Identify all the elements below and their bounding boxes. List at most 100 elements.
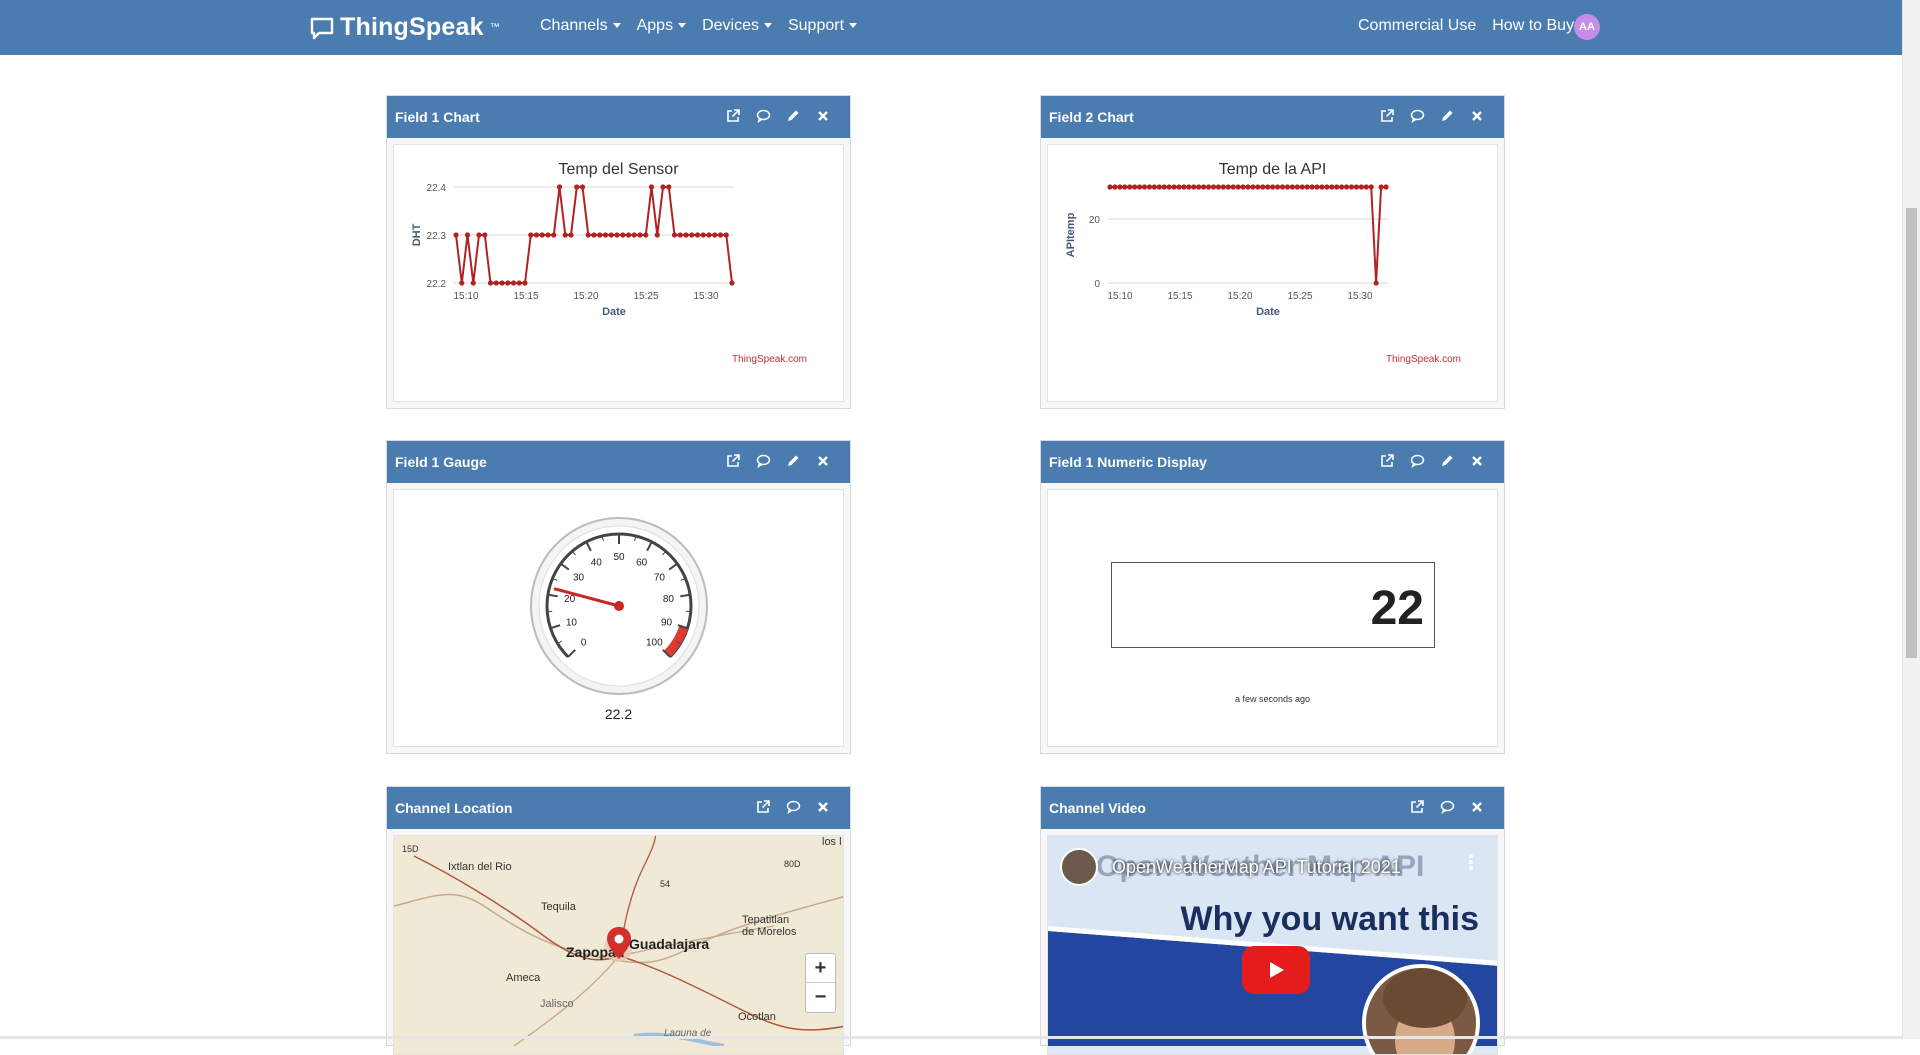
widget-actions [1408,798,1486,816]
channel-avatar[interactable] [1060,848,1098,886]
data-point [1354,184,1359,189]
menu-devices-label: Devices [702,17,759,34]
external-link-icon[interactable] [724,452,742,470]
numeric-value: 22 [1371,581,1424,636]
menu-support[interactable]: Support [788,17,857,35]
external-link-icon[interactable] [1408,798,1426,816]
x-tick-label: 15:15 [513,291,538,302]
data-point [1260,184,1265,189]
data-point [1349,184,1354,189]
widget-header: Channel Video [1041,787,1504,829]
data-point [1226,184,1231,189]
gauge-tick-label: 80 [663,594,675,605]
map-label: Ocotlan [738,1011,776,1023]
data-point [672,232,677,237]
page-scrollbar[interactable] [1902,0,1920,1039]
map-zoom-control: + − [805,953,836,1013]
chart-area: Temp del Sensor 22.222.322.415:1015:1515… [393,144,844,402]
map-label: Tepatitlan de Morelos [742,914,802,938]
data-point [1147,184,1152,189]
x-axis-label: Date [1256,306,1280,318]
thingspeak-logo[interactable]: ThingSpeak ™ [310,13,500,42]
widget-header: Field 1 Numeric Display [1041,441,1504,483]
data-point [1334,184,1339,189]
video-thumbnail[interactable]: Open Weather Map API OpenWeatherMap API … [1048,836,1497,1054]
menu-channels[interactable]: Channels [540,17,621,35]
menu-support-label: Support [788,17,844,34]
map-pin-icon[interactable] [606,926,632,960]
close-icon[interactable] [814,452,832,470]
comment-icon[interactable] [1408,107,1426,125]
data-point [1176,184,1181,189]
channel-location-widget: Channel Location Ixtlan del Rio Tequila … [386,786,851,1046]
chart-credit[interactable]: ThingSpeak.com [732,354,807,365]
data-point [1364,184,1369,189]
data-point [517,280,522,285]
comment-icon[interactable] [754,452,772,470]
chart-credit[interactable]: ThingSpeak.com [1386,354,1461,365]
menu-devices[interactable]: Devices [702,17,772,35]
external-link-icon[interactable] [1378,107,1396,125]
scrollbar-thumb[interactable] [1906,208,1917,658]
play-button[interactable] [1242,946,1310,994]
data-point [1236,184,1241,189]
gauge-tick-label: 0 [581,637,587,648]
video-title[interactable]: OpenWeatherMap API Tutorial 2021 [1112,857,1401,878]
external-link-icon[interactable] [1378,452,1396,470]
menu-apps[interactable]: Apps [637,17,686,35]
data-point [505,280,510,285]
widget-header: Field 1 Chart [387,96,850,138]
map-background[interactable]: Ixtlan del Rio Tequila Zapopan Guadalaja… [394,836,843,1054]
widget-actions [1378,452,1486,470]
data-point [678,232,683,237]
y-tick-label: 0 [1094,279,1100,290]
zoom-out-button[interactable]: − [806,983,835,1012]
pencil-icon[interactable] [784,452,802,470]
external-link-icon[interactable] [724,107,742,125]
data-point [1378,184,1383,189]
comment-icon[interactable] [784,798,802,816]
data-point [1122,184,1127,189]
pencil-icon[interactable] [1438,107,1456,125]
close-icon[interactable] [814,798,832,816]
gauge-tick-label: 70 [654,573,666,584]
close-icon[interactable] [1468,798,1486,816]
video-player[interactable]: Open Weather Map API OpenWeatherMap API … [1047,835,1498,1055]
x-tick-label: 15:20 [1227,291,1252,302]
data-point [655,232,660,237]
map-label: los l [822,836,842,848]
data-point [1181,184,1186,189]
how-to-buy-link[interactable]: How to Buy [1492,17,1574,35]
data-point [1240,184,1245,189]
data-point [1196,184,1201,189]
data-point [511,280,516,285]
gauge-tick-label: 100 [646,637,663,648]
pencil-icon[interactable] [784,107,802,125]
y-tick-label: 22.3 [427,231,447,242]
gauge-area: 0102030405060708090100 22.2 [393,489,844,747]
close-icon[interactable] [1468,107,1486,125]
data-point [1275,184,1280,189]
comment-icon[interactable] [754,107,772,125]
data-point [666,184,671,189]
brand-trademark: ™ [490,22,500,33]
pencil-icon[interactable] [1438,452,1456,470]
data-point [729,280,734,285]
close-icon[interactable] [814,107,832,125]
widget-title: Field 1 Numeric Display [1049,454,1207,470]
more-options-icon[interactable]: ⋮ [1461,850,1481,875]
zoom-in-button[interactable]: + [806,954,835,983]
comment-icon[interactable] [1408,452,1426,470]
comment-icon[interactable] [1438,798,1456,816]
user-avatar[interactable]: AA [1574,14,1600,40]
close-icon[interactable] [1468,452,1486,470]
commercial-use-link[interactable]: Commercial Use [1358,17,1476,35]
right-menu: Commercial Use How to Buy [1358,17,1574,35]
caret-down-icon [849,23,857,28]
external-link-icon[interactable] [754,798,772,816]
series-line [1110,187,1386,283]
map-area[interactable]: Ixtlan del Rio Tequila Zapopan Guadalaja… [393,835,844,1055]
data-point [1280,184,1285,189]
data-point [1329,184,1334,189]
last-update-time: a few seconds ago [1048,694,1497,704]
